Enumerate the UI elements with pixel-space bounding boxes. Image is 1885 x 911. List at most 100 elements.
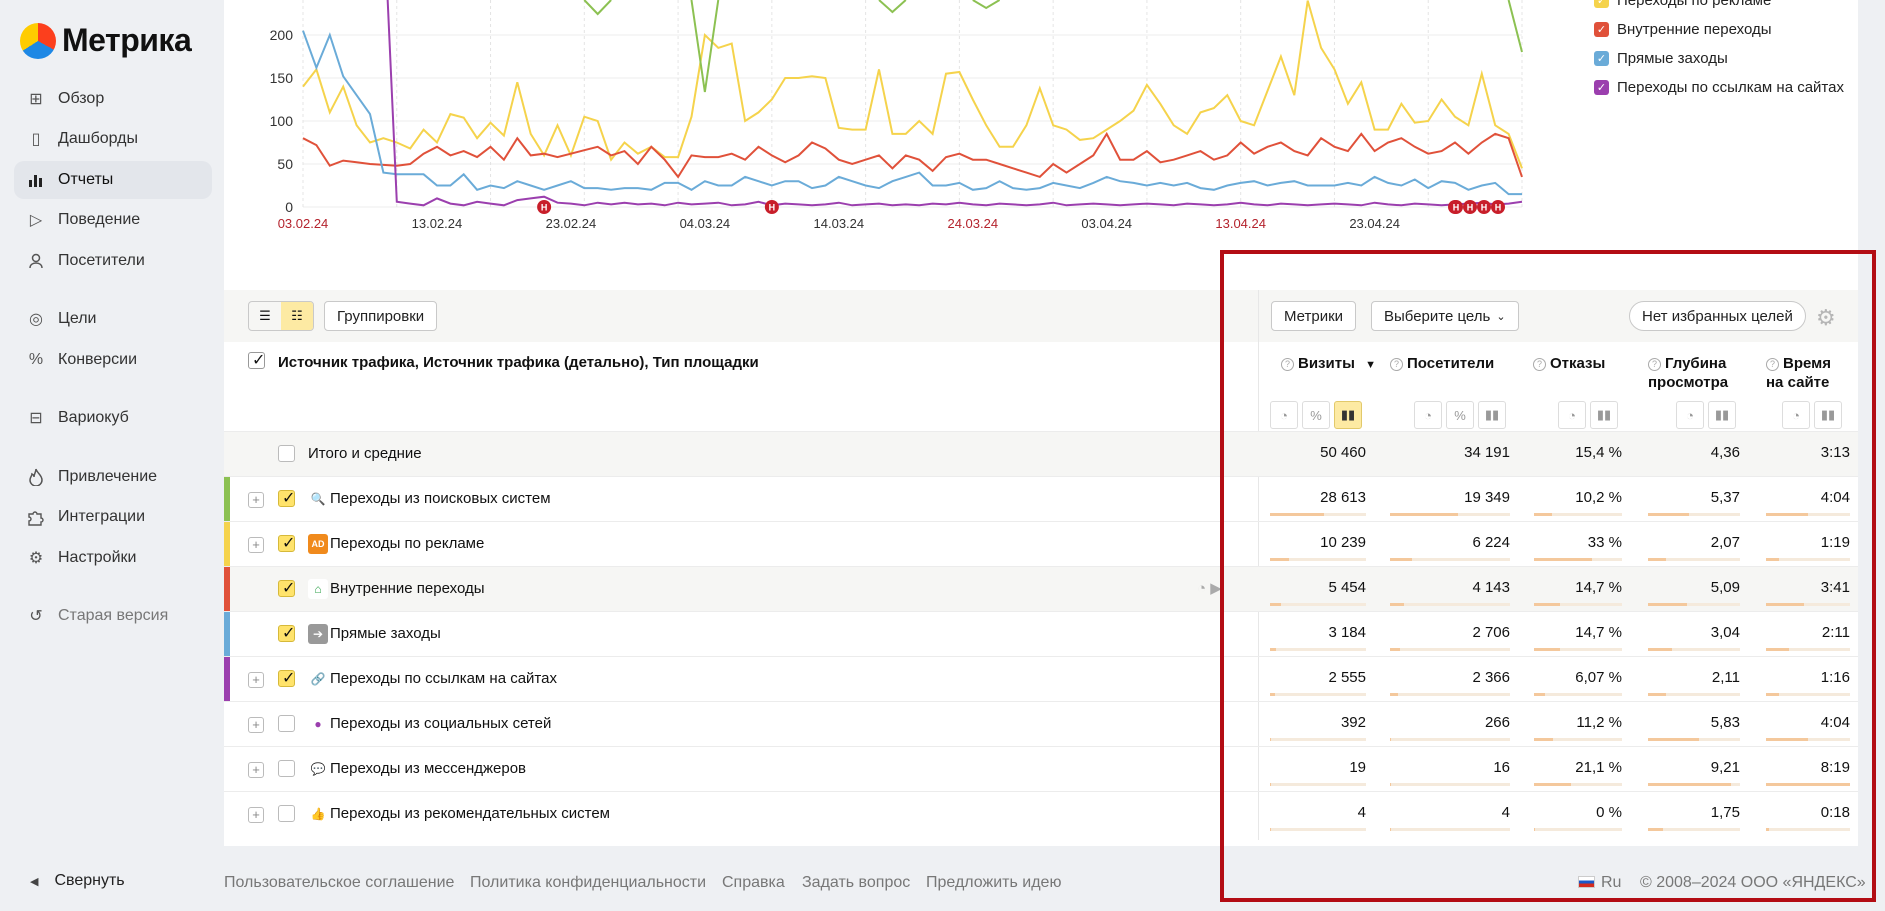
y-tick-label: 150 (270, 70, 294, 86)
row-actions: ◔ ▶ (1197, 579, 1222, 597)
y-tick-label: 50 (277, 156, 293, 172)
legend-item-direct[interactable]: ✓ Прямые заходы (1594, 44, 1844, 73)
expand-row-icon[interactable]: + (248, 537, 264, 553)
bar-chart-icon (26, 170, 46, 190)
x-tick-label: 13.02.24 (412, 216, 463, 231)
chart-panel: 0 50 100 150 200 03.02.24 13.02.24 23.02.24 04.0… (224, 0, 1858, 290)
row-label[interactable]: Переходы из рекомендательных систем (330, 805, 610, 822)
row-color-stripe (224, 522, 230, 566)
footer-link-privacy[interactable]: Политика конфиденциальности (470, 874, 706, 892)
sidebar-item-visitors[interactable]: Посетители (14, 242, 212, 280)
row-checkbox[interactable]: ✓ (278, 535, 295, 552)
series-line-2[interactable] (302, 30, 1522, 196)
series-line-0[interactable] (302, 0, 1523, 169)
row-label[interactable]: Переходы из мессенджеров (330, 760, 526, 777)
row-label[interactable]: Переходы по ссылкам на сайтах (330, 670, 557, 687)
expand-row-icon[interactable]: + (248, 672, 264, 688)
legend-label: Прямые заходы (1617, 50, 1728, 67)
holiday-marker-label: Н (1453, 203, 1460, 213)
annotation-highlight-box (1220, 250, 1876, 902)
expand-row-icon[interactable]: + (248, 762, 264, 778)
expand-row-icon[interactable]: + (248, 717, 264, 733)
dimension-header-checkbox[interactable]: ✓ (248, 352, 265, 369)
legend-label: Переходы по ссылкам на сайтах (1617, 79, 1844, 96)
sidebar-item-variocube[interactable]: ⊟ Вариокуб (14, 399, 212, 437)
holiday-marker-label: Н (1481, 203, 1488, 213)
checkmark-icon: ✓ (282, 580, 296, 597)
row-checkbox[interactable] (278, 805, 295, 822)
checkmark-icon: ✓ (282, 670, 296, 687)
sidebar: Метрика ⊞ Обзор ▯ Дашборды Отчеты ▷ Пове… (0, 0, 224, 911)
sidebar-item-conversions[interactable]: % Конверсии (14, 341, 212, 379)
collapse-label: Свернуть (54, 872, 125, 889)
cube-icon: ⊟ (29, 410, 43, 427)
logo-text: Метрика (62, 22, 192, 58)
sidebar-item-label: Посетители (58, 252, 145, 269)
collapse-sidebar-button[interactable]: ◀ Свернуть (30, 872, 125, 890)
row-checkbox[interactable] (278, 445, 295, 462)
checkmark-icon: ✓ (252, 352, 266, 369)
sidebar-item-label: Отчеты (58, 171, 114, 188)
dimension-header[interactable]: Источник трафика, Источник трафика (дета… (278, 354, 759, 371)
row-label[interactable]: Переходы из поисковых систем (330, 490, 551, 507)
row-checkbox[interactable] (278, 760, 295, 777)
x-tick-label: 04.03.24 (680, 216, 731, 231)
row-label[interactable]: Внутренние переходы (330, 580, 485, 597)
expand-row-icon[interactable]: + (248, 807, 264, 823)
expand-row-icon[interactable]: + (248, 492, 264, 508)
row-checkbox[interactable]: ✓ (278, 670, 295, 687)
sidebar-item-dashboards[interactable]: ▯ Дашборды (14, 120, 212, 158)
series-line-3[interactable] (383, 0, 1523, 207)
row-color-stripe (224, 657, 230, 701)
home-icon: ⌂ (308, 579, 328, 599)
row-checkbox[interactable]: ✓ (278, 490, 295, 507)
legend-item-internal[interactable]: ✓ Внутренние переходы (1594, 15, 1844, 44)
row-label[interactable]: Переходы из социальных сетей (330, 715, 551, 732)
checkmark-icon: ✓ (282, 625, 296, 642)
series-line-1[interactable] (302, 131, 1523, 179)
sidebar-item-settings[interactable]: ⚙ Настройки (14, 539, 212, 577)
x-tick-label: 13.04.24 (1215, 216, 1266, 231)
x-tick-label: 14.03.24 (814, 216, 865, 231)
sidebar-item-acquisition[interactable]: Привлечение (14, 458, 212, 496)
row-label: Итого и средние (308, 445, 422, 462)
sidebar-item-goals[interactable]: ◎ Цели (14, 300, 212, 338)
footer-link-user-agreement[interactable]: Пользовательское соглашение (224, 874, 454, 892)
x-tick-label: 03.04.24 (1081, 216, 1132, 231)
row-checkbox[interactable]: ✓ (278, 625, 295, 642)
sidebar-item-reports[interactable]: Отчеты (14, 161, 212, 199)
checkmark-icon: ✓ (282, 490, 296, 507)
sidebar-item-label: Старая версия (58, 607, 169, 624)
holiday-marker-label: Н (541, 203, 548, 213)
metrika-logo-icon (20, 22, 56, 59)
footer-link-help[interactable]: Справка (722, 874, 785, 892)
row-label[interactable]: Переходы по рекламе (330, 535, 484, 552)
sidebar-item-label: Цели (58, 310, 97, 327)
legend-item-ads[interactable]: ✓ Переходы по рекламе (1594, 0, 1844, 15)
holiday-marker-label: Н (1495, 203, 1502, 213)
legend-item-links[interactable]: ✓ Переходы по ссылкам на сайтах (1594, 73, 1844, 102)
sidebar-item-overview[interactable]: ⊞ Обзор (14, 80, 212, 118)
tree-view-icon[interactable]: ☷ (281, 302, 313, 330)
sidebar-item-label: Привлечение (58, 468, 158, 485)
row-label[interactable]: Прямые заходы (330, 625, 441, 642)
view-toggle[interactable]: ☰ ☷ (248, 301, 314, 331)
row-checkbox[interactable] (278, 715, 295, 732)
sidebar-item-integrations[interactable]: Интеграции (14, 498, 212, 536)
thumbs-up-icon: 👍 (308, 804, 328, 824)
logo[interactable]: Метрика (20, 22, 192, 59)
list-view-icon[interactable]: ☰ (249, 302, 281, 330)
target-icon: ◎ (29, 311, 43, 328)
groupings-button[interactable]: Группировки (324, 301, 438, 331)
app-window: Метрика ⊞ Обзор ▯ Дашборды Отчеты ▷ Пове… (0, 0, 1885, 911)
pie-chart-icon[interactable]: ◔ (1197, 580, 1206, 597)
footer-link-ask[interactable]: Задать вопрос (802, 874, 910, 892)
footer-link-idea[interactable]: Предложить идею (926, 874, 1061, 892)
traffic-line-chart[interactable]: 0 50 100 150 200 03.02.24 13.02.24 23.02.24 04.0… (224, 0, 1594, 240)
row-checkbox[interactable]: ✓ (278, 580, 295, 597)
sidebar-item-old-version[interactable]: ↺ Старая версия (14, 597, 212, 635)
grid-icon: ⊞ (29, 91, 43, 108)
legend-label: Переходы по рекламе (1617, 0, 1772, 9)
chart-legend: ✓ Переходы по рекламе ✓ Внутренние перех… (1594, 0, 1844, 102)
sidebar-item-behavior[interactable]: ▷ Поведение (14, 201, 212, 239)
